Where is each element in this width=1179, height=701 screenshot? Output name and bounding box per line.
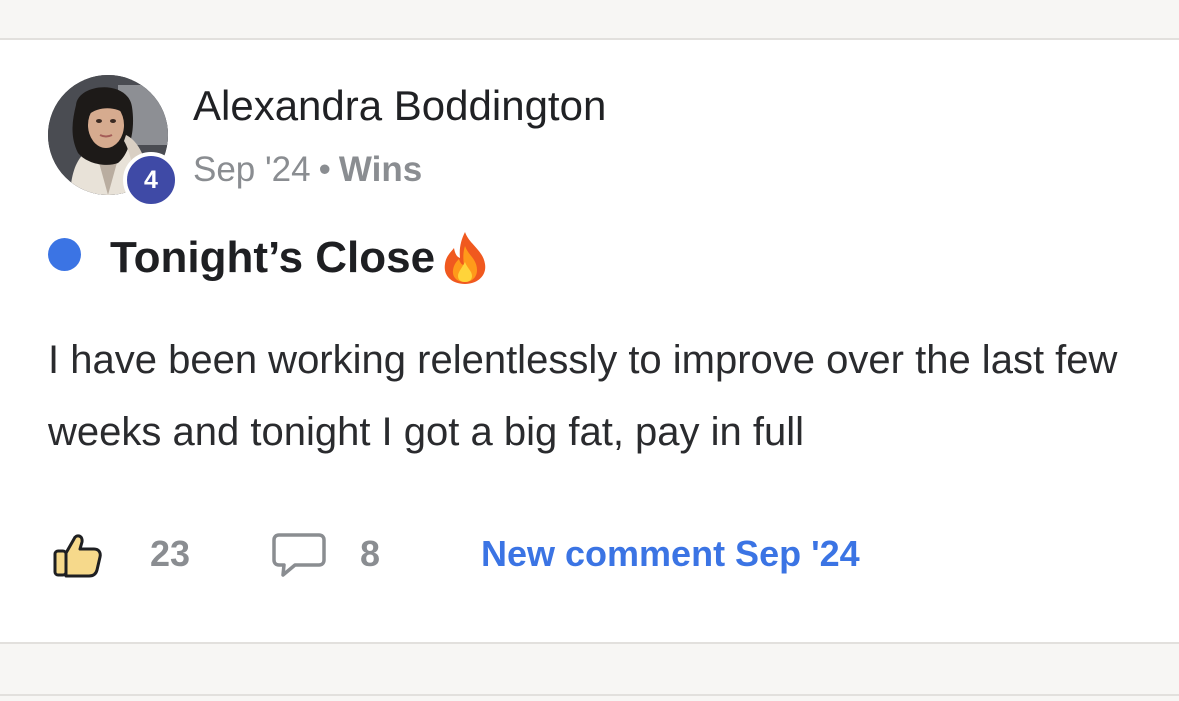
thumbs-up-icon[interactable] (52, 530, 104, 578)
page-background-top (0, 0, 1179, 38)
post-card[interactable]: 4 Alexandra Boddington Sep '24 • Wins Toni… (0, 40, 1179, 642)
author-name[interactable]: Alexandra Boddington (193, 80, 606, 132)
like-count: 23 (150, 533, 191, 574)
meta-separator: • (318, 150, 331, 189)
fire-icon (444, 232, 486, 284)
post-title-text: Tonight’s Close (110, 233, 436, 282)
post-meta: Sep '24 • Wins (193, 148, 422, 192)
comment-count: 8 (360, 533, 381, 574)
page-background-bottom (0, 644, 1179, 694)
post-category[interactable]: Wins (339, 150, 422, 189)
post-title[interactable]: Tonight’s Close (110, 230, 491, 286)
author-avatar[interactable]: 4 (48, 75, 179, 208)
comment-bubble-icon[interactable] (271, 532, 327, 578)
post-body: I have been working relentlessly to impr… (48, 338, 1118, 454)
unread-indicator (48, 238, 81, 271)
level-badge: 4 (123, 152, 179, 208)
post-date: Sep '24 (193, 150, 311, 189)
post-actions: 23 8 New comment Sep '24 (0, 530, 1179, 580)
divider (0, 694, 1179, 696)
new-comment-link[interactable]: New comment Sep '24 (481, 532, 860, 576)
